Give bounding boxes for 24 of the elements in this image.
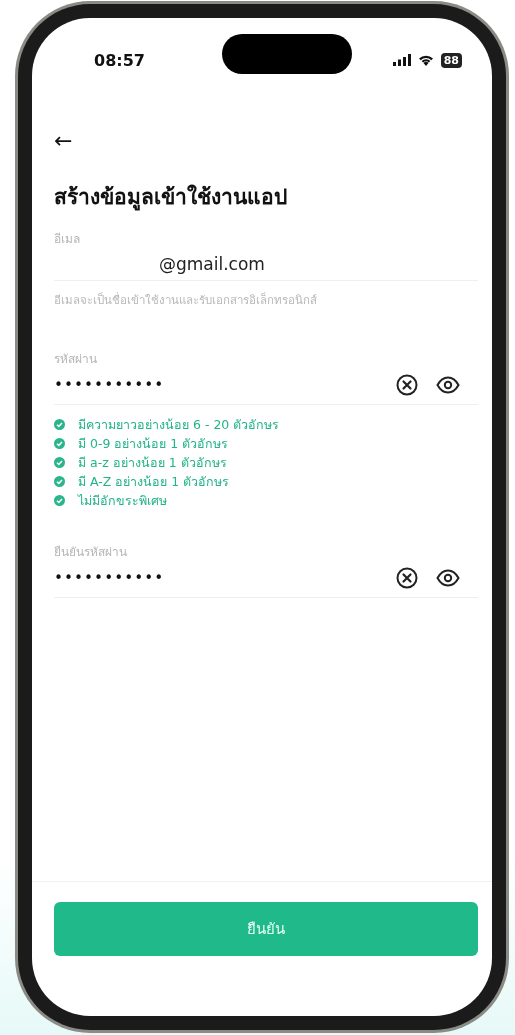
password-rule: มี 0-9 อย่างน้อย 1 ตัวอักษร: [78, 434, 229, 453]
password-rule: ไม่มีอักขระพิเศษ: [78, 491, 167, 510]
password-value: •••••••••••: [54, 569, 166, 587]
password-rule: มีความยาวอย่างน้อย 6 - 20 ตัวอักษร: [78, 415, 280, 434]
eye-icon[interactable]: [436, 569, 460, 587]
password-field[interactable]: •••••••••••: [54, 374, 478, 405]
battery-level: 88: [440, 52, 462, 68]
clear-icon[interactable]: [396, 374, 418, 396]
field-label: อีเมล: [54, 231, 81, 248]
eye-icon[interactable]: [436, 376, 460, 394]
password-value: •••••••••••: [54, 376, 166, 394]
back-button[interactable]: ←: [54, 130, 73, 152]
password-rule: มี A-Z อย่างน้อย 1 ตัวอักษร: [78, 472, 230, 491]
clear-icon[interactable]: [396, 567, 418, 589]
page-title: สร้างข้อมูลเข้าใช้งานแอป: [54, 183, 288, 213]
email-field[interactable]: @gmail.com: [54, 248, 478, 281]
wifi-icon: [417, 54, 434, 66]
signal-icon: [392, 54, 411, 66]
password-rule: มี a-z อย่างน้อย 1 ตัวอักษร: [78, 453, 227, 472]
password-field[interactable]: •••••••••••: [54, 567, 478, 598]
status-time: 08:57: [94, 50, 145, 70]
field-label: ยืนยันรหัสผ่าน: [54, 544, 128, 561]
field-label: รหัสผ่าน: [54, 351, 98, 368]
helper-text: อีเมลจะเป็นชื่อเข้าใช้งานและรับเอกสารอิเล็กทรอนิกส์: [54, 291, 318, 309]
